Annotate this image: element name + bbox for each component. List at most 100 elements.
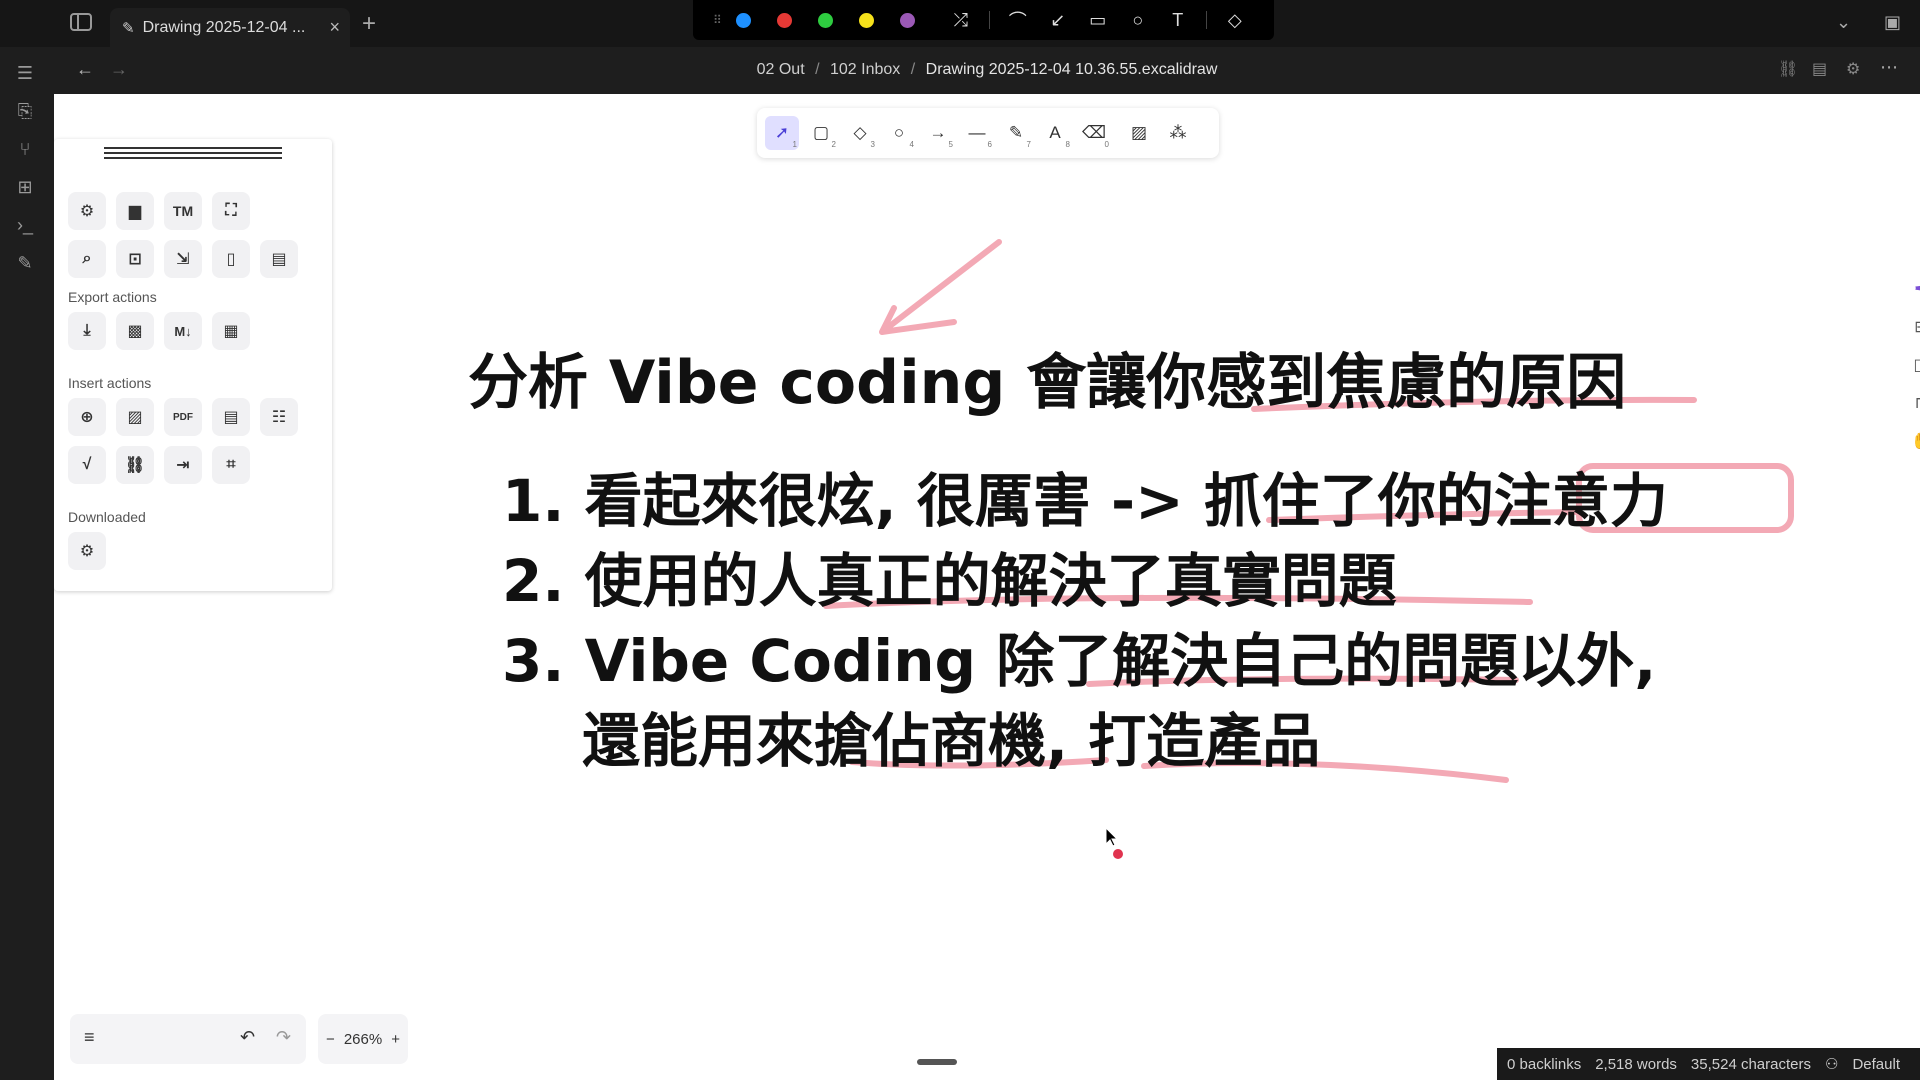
fullscreen-icon[interactable]: ⛶: [212, 192, 250, 230]
breadcrumb-separator: /: [910, 61, 916, 78]
export-download-icon[interactable]: ⤓: [68, 312, 106, 350]
word-count: 2,518 words: [1595, 1055, 1677, 1073]
drag-handle-icon[interactable]: ⠿: [713, 13, 722, 27]
diamond-tool[interactable]: ◇ 3: [843, 116, 877, 150]
insert-file-icon[interactable]: ⊕: [68, 398, 106, 436]
tm-button[interactable]: TM: [164, 192, 202, 230]
backlinks-count[interactable]: 0 backlinks: [1507, 1056, 1581, 1073]
insert-latex-icon[interactable]: √: [68, 446, 106, 484]
right-sidebar-toggle-icon[interactable]: ▣: [1884, 12, 1901, 33]
drawing-item-1[interactable]: 1. 看起來很炫, 很厲害 -> 抓住了你的注意力: [502, 454, 1668, 538]
drawing-title[interactable]: 分析 Vibe coding 會讓你感到焦慮的原因: [468, 334, 1626, 421]
file-explorer-icon[interactable]: ☰: [14, 62, 36, 84]
settings-icon[interactable]: ⚙: [1846, 59, 1860, 79]
zoom-out-button[interactable]: −: [326, 1031, 335, 1048]
mode-label[interactable]: Default: [1852, 1056, 1900, 1073]
redo-icon[interactable]: ↷: [276, 1027, 291, 1048]
save-icon[interactable]: ▤: [260, 240, 298, 278]
pen-color-yellow[interactable]: [858, 12, 874, 28]
breadcrumb-item[interactable]: 102 Inbox: [830, 61, 900, 78]
sidebar-toggle-icon[interactable]: [70, 13, 92, 31]
script-file-icon[interactable]: ▯: [212, 240, 250, 278]
ellipse-icon[interactable]: ○: [1118, 10, 1158, 31]
downloaded-script-icon[interactable]: ⚙: [68, 532, 106, 570]
insert-embed-icon[interactable]: ⇥: [164, 446, 202, 484]
rectangle-icon[interactable]: ▭: [1078, 10, 1118, 31]
insert-card-icon[interactable]: ☷: [260, 398, 298, 436]
text-icon[interactable]: T: [1158, 10, 1198, 31]
eraser-tool[interactable]: ⌫ 0: [1077, 116, 1111, 150]
status-bar: 0 backlinks 2,518 words 35,524 character…: [1497, 1048, 1920, 1080]
settings-icon[interactable]: ⚙: [68, 192, 106, 230]
link-icon[interactable]: ⛓: [1778, 59, 1798, 79]
zoom-level[interactable]: 266%: [344, 1031, 382, 1048]
new-tab-button[interactable]: +: [362, 10, 376, 38]
window-controls: ⌄ ▣: [1830, 10, 1920, 38]
breadcrumb-item[interactable]: Drawing 2025-12-04 10.36.55.excalidraw: [926, 61, 1218, 78]
arrow-icon[interactable]: ↙: [1038, 10, 1078, 31]
more-options-icon[interactable]: ⋯: [1880, 57, 1898, 78]
crop-icon[interactable]: ⌗: [212, 446, 250, 484]
rectangle-tool[interactable]: ▢ 2: [804, 116, 838, 150]
library-icon[interactable]: ▆: [116, 192, 154, 230]
text-tool[interactable]: A8: [1038, 116, 1072, 150]
panel-drag-handle[interactable]: [104, 147, 282, 163]
breadcrumb-item[interactable]: 02 Out: [757, 61, 805, 78]
chevron-down-icon[interactable]: ⌄: [1836, 12, 1851, 33]
tools-panel: ⚙ ▆ TM ⛶ ⌕ ⊡ ⇲ ▯ ▤ Export actions ⤓ ▩ M↓…: [54, 139, 332, 591]
shuffle-icon[interactable]: ⤮: [941, 10, 981, 31]
line-tool[interactable]: —6: [960, 116, 994, 150]
drawing-item-3a[interactable]: 3. Vibe Coding 除了解決自己的問題以外,: [502, 614, 1656, 698]
laser-dot: [1113, 849, 1123, 859]
pen-icon[interactable]: ✒: [1909, 279, 1920, 303]
save-icon[interactable]: ▤: [1812, 59, 1827, 79]
ellipse-tool[interactable]: ○ 4: [882, 116, 916, 150]
import-file-icon[interactable]: ⇲: [164, 240, 202, 278]
close-tab-icon[interactable]: ×: [329, 17, 340, 38]
ocr-icon[interactable]: ⊡: [116, 240, 154, 278]
export-image-icon[interactable]: ▩: [116, 312, 154, 350]
tab-drawing[interactable]: ✎ Drawing 2025-12-04 ... ×: [110, 8, 350, 47]
terminal-icon[interactable]: ›_: [14, 214, 36, 236]
selection-tool[interactable]: ➚ 1: [765, 116, 799, 150]
export-markdown-icon[interactable]: M↓: [164, 312, 202, 350]
unlock-icon[interactable]: ⊓: [1909, 393, 1920, 417]
search-files-icon[interactable]: ⎘: [14, 100, 36, 122]
divider: [988, 11, 990, 29]
search-icon[interactable]: ⌕: [68, 240, 106, 278]
breadcrumb: 02 Out / 102 Inbox / Drawing 2025-12-04 …: [54, 61, 1920, 79]
new-file-icon[interactable]: ⊞: [1909, 317, 1920, 341]
drawing-item-3b[interactable]: 還能用來搶佔商機, 打造產品: [582, 694, 1320, 778]
eraser-icon[interactable]: ◇: [1215, 10, 1255, 31]
hand-icon[interactable]: ✋: [1909, 431, 1920, 455]
split-view-icon[interactable]: ◫: [1909, 355, 1920, 379]
freedraw-icon[interactable]: ⌒: [998, 7, 1038, 33]
insert-actions-label: Insert actions: [68, 375, 152, 391]
insert-image-icon[interactable]: ▨: [116, 398, 154, 436]
tab-title: Drawing 2025-12-04 ...: [142, 18, 306, 36]
graph-view-icon[interactable]: ⑂: [14, 138, 36, 160]
mouse-cursor-icon: [1105, 826, 1119, 847]
insert-document-icon[interactable]: ▤: [212, 398, 250, 436]
drawing-item-2[interactable]: 2. 使用的人真正的解決了真實問題: [502, 534, 1397, 618]
pen-color-green[interactable]: [817, 12, 833, 28]
image-tool[interactable]: ▨: [1122, 116, 1156, 150]
pen-color-purple[interactable]: [899, 12, 915, 28]
export-svg-icon[interactable]: ▦: [212, 312, 250, 350]
excalidraw-icon[interactable]: ✎: [14, 252, 36, 274]
scroll-handle[interactable]: [917, 1059, 957, 1065]
bottom-controls: ≡ ↶ ↷: [70, 1014, 306, 1064]
menu-icon[interactable]: ≡: [84, 1027, 95, 1048]
insert-pdf-icon[interactable]: PDF: [164, 398, 202, 436]
insert-link-icon[interactable]: ⛓: [116, 446, 154, 484]
arrow-tool[interactable]: → 5: [921, 116, 955, 150]
excalidraw-canvas[interactable]: 分析 Vibe coding 會讓你感到焦慮的原因 1. 看起來很炫, 很厲害 …: [54, 94, 1920, 1080]
draw-tool[interactable]: ✎ 7: [999, 116, 1033, 150]
canvas-icon[interactable]: ⊞: [14, 176, 36, 198]
undo-icon[interactable]: ↶: [240, 1027, 255, 1048]
zoom-in-button[interactable]: +: [391, 1031, 400, 1048]
shapes-library-icon[interactable]: ⁂: [1161, 116, 1195, 150]
divider: [1205, 11, 1207, 29]
pen-color-blue[interactable]: [735, 12, 751, 28]
pen-color-red[interactable]: [776, 12, 792, 28]
